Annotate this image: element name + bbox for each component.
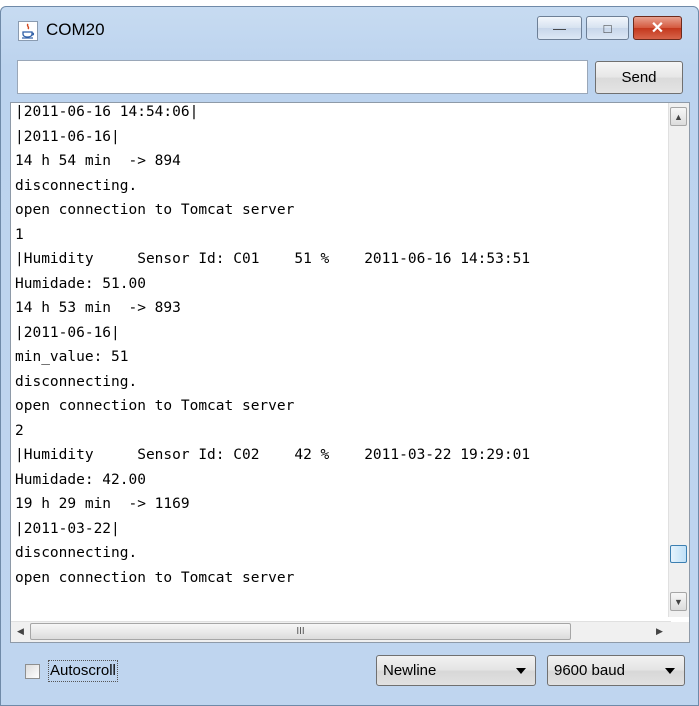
console-line: |2011-06-16| <box>15 324 120 341</box>
console-line: open connection to Tomcat server <box>15 398 295 414</box>
maximize-button[interactable]: □ <box>586 16 629 40</box>
horizontal-scroll-thumb[interactable]: III <box>30 623 571 640</box>
console-line: min_value: 51 <box>15 349 129 365</box>
minimize-icon: — <box>553 20 566 36</box>
console-text: |2011-06-16 14:54:06| |2011-06-16| 14 h 54… <box>15 103 665 590</box>
console-line: disconnecting. <box>15 177 138 194</box>
serial-output-console[interactable]: |2011-06-16 14:54:06| |2011-06-16| 14 h 54… <box>10 102 690 643</box>
scroll-corner <box>669 622 689 642</box>
scroll-right-icon[interactable]: ▶ <box>651 623 668 640</box>
title-bar[interactable]: COM20 — □ ✕ <box>1 7 698 55</box>
line-ending-value: Newline <box>383 662 437 679</box>
console-line: disconnecting. <box>15 373 138 390</box>
console-line: |Humidity Sensor Id: C01 51 % 2011-06-16… <box>15 251 531 267</box>
chevron-down-icon <box>665 668 675 674</box>
console-line: 14 h 54 min -> 894 <box>15 153 181 169</box>
console-line: |2011-06-16| <box>15 128 120 145</box>
console-line: |2011-03-22| <box>15 520 120 537</box>
scroll-down-icon[interactable]: ▼ <box>670 592 687 611</box>
autoscroll-checkbox[interactable] <box>25 664 40 679</box>
console-line: Humidade: 42.00 <box>15 471 146 488</box>
scroll-left-icon[interactable]: ◀ <box>12 623 29 640</box>
close-icon: ✕ <box>650 20 665 37</box>
baud-rate-select[interactable]: 9600 baud <box>547 655 685 686</box>
console-line: 1 <box>15 226 24 243</box>
vertical-scroll-thumb[interactable] <box>670 545 687 563</box>
console-line: |2011-06-16 14:54:06| <box>15 104 199 120</box>
send-input[interactable] <box>17 60 588 94</box>
console-line: open connection to Tomcat server <box>15 569 295 586</box>
console-line: open connection to Tomcat server <box>15 202 295 218</box>
vertical-scrollbar[interactable]: ▲ ▼ <box>668 103 689 617</box>
minimize-button[interactable]: — <box>537 16 582 40</box>
maximize-icon: □ <box>603 20 612 36</box>
scroll-grip-icon: III <box>296 626 305 637</box>
console-line: 2 <box>15 422 24 439</box>
line-ending-select[interactable]: Newline <box>376 655 536 686</box>
console-line: |Humidity Sensor Id: C02 42 % 2011-03-22… <box>15 447 531 463</box>
close-button[interactable]: ✕ <box>633 16 682 40</box>
console-line: 19 h 29 min -> 1169 <box>15 496 190 512</box>
send-button[interactable]: Send <box>595 61 683 94</box>
console-line: 14 h 53 min -> 893 <box>15 300 181 316</box>
window-title: COM20 <box>46 20 105 39</box>
console-line: disconnecting. <box>15 545 138 561</box>
scroll-up-icon[interactable]: ▲ <box>670 107 687 126</box>
chevron-down-icon <box>516 668 526 674</box>
java-app-icon[interactable] <box>18 21 38 41</box>
console-line: Humidade: 51.00 <box>15 275 146 292</box>
autoscroll-label[interactable]: Autoscroll <box>48 660 118 682</box>
baud-rate-value: 9600 baud <box>554 662 625 679</box>
horizontal-scrollbar[interactable]: ◀ III ▶ <box>11 621 671 642</box>
